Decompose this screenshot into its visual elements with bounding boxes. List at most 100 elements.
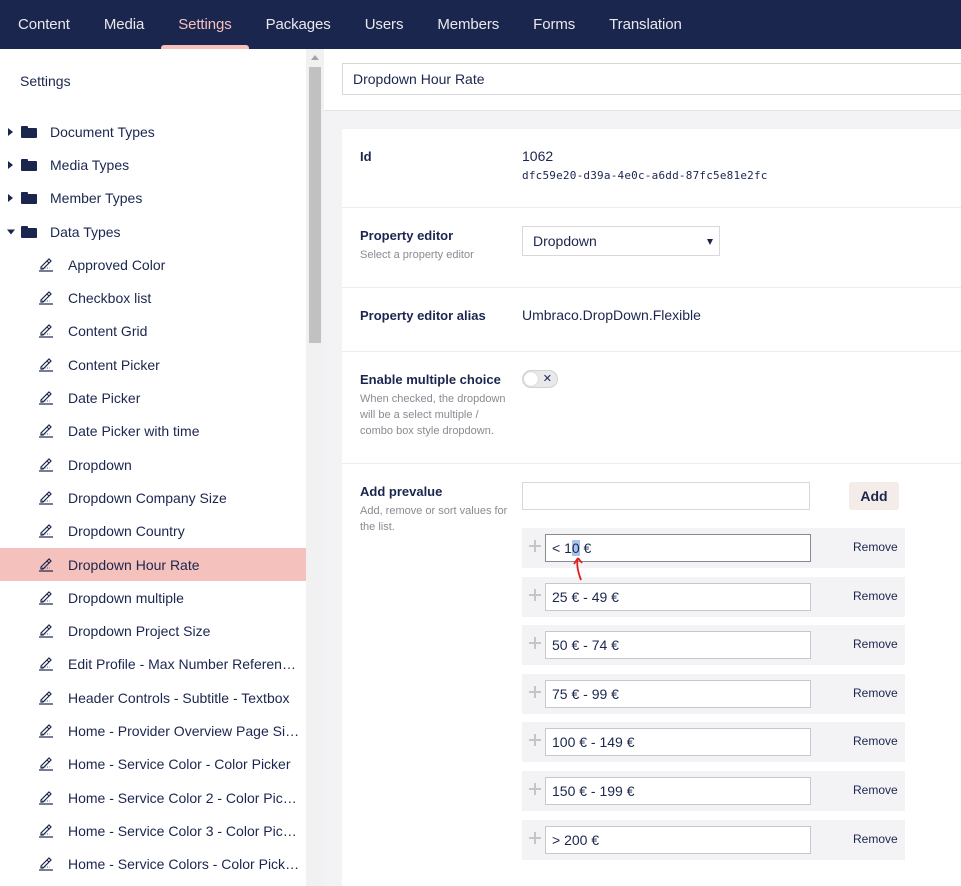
prevalue-input[interactable]: 100 € - 149 € <box>545 728 811 757</box>
prevalue-row: 50 € - 74 € Remove <box>522 625 905 666</box>
remove-prevalue-link[interactable]: Remove <box>853 637 898 651</box>
prop-id: Id 1062 dfc59e20-d39a-4e0c-a6dd-87fc5e81… <box>342 129 961 208</box>
pencil-ruler-icon <box>38 457 54 472</box>
tree-root-media-types[interactable]: Media Types <box>0 148 306 181</box>
pencil-ruler-icon <box>38 824 54 838</box>
scrollbar-thumb[interactable] <box>309 67 321 343</box>
tree-item-datatype[interactable]: Home - Service Color 3 - Color Picker ..… <box>0 814 306 847</box>
tab-packages[interactable]: Packages <box>249 0 348 49</box>
tree-item-datatype[interactable]: Edit Profile - Max Number References ... <box>0 648 306 681</box>
tree-root-label: Document Types <box>50 123 155 140</box>
tree-item-datatype[interactable]: Dropdown Country <box>0 515 306 548</box>
datatype-name-input[interactable] <box>342 63 961 95</box>
tree-item-datatype[interactable]: Header Controls - Subtitle - Textbox <box>0 681 306 714</box>
id-label: Id <box>360 149 372 164</box>
tree-item-datatype[interactable]: Date Picker <box>0 381 306 414</box>
drag-handle-icon[interactable] <box>529 734 541 747</box>
tree-item-datatype[interactable]: Content Grid <box>0 315 306 348</box>
pencil-ruler-icon <box>38 357 54 372</box>
drag-handle-icon[interactable] <box>529 831 541 844</box>
tree-item-datatype[interactable]: Home - Service Colors - Color Picker ... <box>0 848 306 881</box>
name-header <box>324 49 961 111</box>
scroll-up-arrow-icon[interactable] <box>311 55 319 60</box>
pencil-ruler-icon <box>38 257 54 272</box>
drag-handle-icon[interactable] <box>529 685 541 698</box>
pencil-ruler-icon <box>38 324 54 339</box>
prevalue-row: 100 € - 149 € Remove <box>522 722 905 763</box>
pencil-ruler-icon <box>38 857 54 871</box>
prevalue-input[interactable]: 150 € - 199 € <box>545 777 811 805</box>
tree-item-datatype[interactable]: Dropdown Project Size <box>0 614 306 647</box>
prevalue-selected-text: 0 <box>571 540 580 556</box>
tree-root-document-types[interactable]: Document Types <box>0 115 306 148</box>
tree-item-datatype[interactable]: Dropdown Company Size <box>0 481 306 514</box>
tree-item-datatype[interactable]: Dropdown multiple <box>0 581 306 614</box>
tree-item-datatype[interactable]: Home - Service Color 2 - Color Picker ..… <box>0 781 306 814</box>
tree-item-label: Home - Provider Overview Page Size -... <box>68 722 302 739</box>
guid-value: dfc59e20-d39a-4e0c-a6dd-87fc5e81e2fc <box>522 169 768 182</box>
tree-item-label: Checkbox list <box>68 290 152 307</box>
remove-prevalue-link[interactable]: Remove <box>853 783 898 797</box>
property-editor-label: Property editor <box>360 228 454 243</box>
prop-alias: Property editor alias Umbraco.DropDown.F… <box>342 288 961 352</box>
drag-handle-icon[interactable] <box>529 588 541 601</box>
prevalue-text: 100 € - 149 € <box>552 734 635 751</box>
caret-right-icon[interactable] <box>8 127 13 136</box>
multiple-toggle[interactable]: ✕ <box>522 370 558 388</box>
tab-settings[interactable]: Settings <box>161 0 250 49</box>
folder-icon <box>21 125 37 138</box>
sidebar-scrollbar[interactable] <box>306 49 324 886</box>
caret-right-icon[interactable] <box>8 160 13 169</box>
prevalue-row: > 200 € Remove <box>522 819 905 860</box>
tree-item-label: Dropdown Project Size <box>68 623 211 640</box>
tab-forms[interactable]: Forms <box>516 0 592 49</box>
tree-item-datatype[interactable]: Approved Color <box>0 248 306 281</box>
prop-multiple-choice: Enable multiple choice When checked, the… <box>342 352 961 464</box>
caret-right-icon[interactable] <box>8 194 13 203</box>
add-prevalue-button[interactable]: Add <box>849 482 899 510</box>
property-editor-select[interactable]: Dropdown <box>522 226 720 256</box>
prevalue-row: 75 € - 99 € Remove <box>522 673 905 714</box>
tab-users[interactable]: Users <box>348 0 421 49</box>
tree-item-datatype[interactable]: Dropdown <box>0 448 306 481</box>
tree-item-label: Dropdown Country <box>68 523 185 540</box>
drag-handle-icon[interactable] <box>529 783 541 795</box>
remove-prevalue-link[interactable]: Remove <box>853 589 898 603</box>
main-editor: Id 1062 dfc59e20-d39a-4e0c-a6dd-87fc5e81… <box>324 49 961 886</box>
property-editor-desc: Select a property editor <box>360 249 474 261</box>
id-value: 1062 <box>522 148 554 164</box>
tree-item-datatype[interactable]: Date Picker with time <box>0 415 306 448</box>
close-icon: ✕ <box>542 373 552 385</box>
sidebar: Settings Document Types Media Types Member… <box>0 49 306 886</box>
caret-down-icon[interactable] <box>7 229 15 235</box>
tab-media[interactable]: Media <box>87 0 161 49</box>
tab-translation[interactable]: Translation <box>592 0 699 49</box>
properties-panel: Id 1062 dfc59e20-d39a-4e0c-a6dd-87fc5e81… <box>342 129 961 886</box>
tree-item-datatype[interactable]: Dropdown Hour Rate <box>0 547 306 582</box>
prevalue-input[interactable]: 75 € - 99 € <box>545 679 811 708</box>
tree-item-datatype[interactable]: Home - Service Color - Color Picker <box>0 748 306 781</box>
tab-members[interactable]: Members <box>420 0 516 49</box>
prevalue-input[interactable]: > 200 € <box>545 825 811 854</box>
remove-prevalue-link[interactable]: Remove <box>853 540 898 554</box>
pencil-ruler-icon <box>38 524 54 538</box>
pencil-ruler-icon <box>38 624 54 638</box>
new-prevalue-input[interactable] <box>522 482 810 510</box>
pencil-ruler-icon <box>38 757 54 771</box>
pencil-ruler-icon <box>38 491 54 505</box>
tab-content[interactable]: Content <box>0 0 87 49</box>
drag-handle-icon[interactable] <box>529 540 541 552</box>
prevalue-label: Add prevalue <box>360 484 443 499</box>
tree-item-datatype[interactable]: Home - Provider Overview Page Size -... <box>0 714 306 747</box>
tree-item-datatype[interactable]: Checkbox list <box>0 281 306 314</box>
tree-root-data-types[interactable]: Data Types <box>0 215 306 248</box>
prevalue-input[interactable]: 25 € - 49 € <box>545 582 811 611</box>
tree-root-member-types[interactable]: Member Types <box>0 182 306 215</box>
tree-item-datatype[interactable]: Content Picker <box>0 348 306 381</box>
remove-prevalue-link[interactable]: Remove <box>853 832 898 846</box>
prevalue-input[interactable]: 50 € - 74 € <box>545 631 811 660</box>
drag-handle-icon[interactable] <box>529 637 541 650</box>
folder-icon <box>21 158 37 171</box>
remove-prevalue-link[interactable]: Remove <box>853 734 898 748</box>
remove-prevalue-link[interactable]: Remove <box>853 686 898 700</box>
